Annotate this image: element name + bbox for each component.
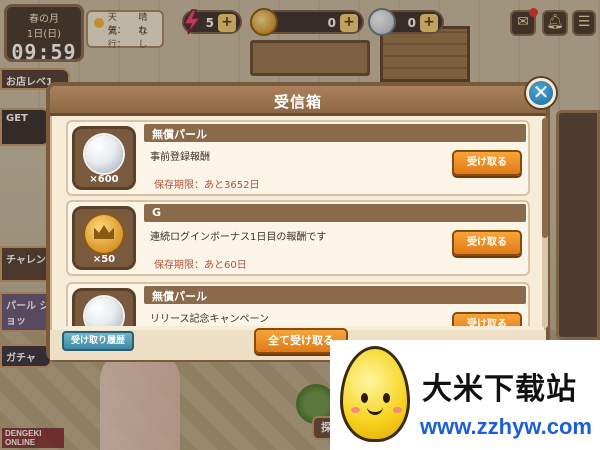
mascot-cheek [351, 407, 360, 413]
inbox-item: 無償パール リリース記念キャンペーン 受け取る [66, 282, 530, 326]
item-quantity: ×50 [92, 254, 116, 265]
item-name: G [144, 204, 526, 222]
item-expiry: 保存期限：あと3652日 [154, 180, 260, 191]
item-description: 事前登録報酬 [150, 152, 210, 163]
pearl-icon [85, 135, 123, 173]
inbox-item: ×600 無償パール 事前登録報酬 保存期限：あと3652日 受け取る [66, 120, 530, 196]
item-expiry: 保存期限：あと60日 [154, 260, 247, 271]
claim-button[interactable]: 受け取る [452, 312, 522, 326]
crown-icon [94, 225, 114, 239]
item-thumbnail: ×50 [72, 206, 136, 270]
egg-mascot-icon [340, 346, 410, 442]
mascot-cheek [393, 407, 402, 413]
item-thumbnail [72, 288, 136, 326]
mascot-eye [383, 393, 390, 403]
inbox-item: ×50 G 連続ログインボーナス1日目の報酬です 保存期限：あと60日 受け取る [66, 200, 530, 276]
item-description: リリース記念キャンペーン [150, 314, 269, 325]
watermark: 大米下载站 www.zzhyw.com [330, 340, 600, 450]
item-description: 連続ログインボーナス1日目の報酬です [150, 232, 327, 243]
mascot-mouth [367, 407, 383, 415]
dialog-title: 受信箱 [273, 93, 322, 111]
item-name: 無償パール [144, 124, 526, 142]
claim-button[interactable]: 受け取る [452, 230, 522, 256]
close-button[interactable]: ✕ [526, 78, 556, 108]
inbox-scrollbar[interactable] [542, 118, 548, 328]
item-name: 無償パール [144, 286, 526, 304]
claim-button[interactable]: 受け取る [452, 150, 522, 176]
watermark-name: 大米下载站 [422, 372, 577, 407]
receive-history-button[interactable]: 受け取り履歴 [62, 331, 134, 351]
coin-icon [85, 215, 123, 253]
watermark-url: www.zzhyw.com [420, 414, 592, 439]
mascot-eye [361, 393, 368, 403]
item-quantity: ×600 [89, 174, 119, 185]
scroll-thumb[interactable] [542, 118, 548, 238]
inbox-list: ×600 無償パール 事前登録報酬 保存期限：あと3652日 受け取る ×50 … [66, 118, 540, 326]
item-thumbnail: ×600 [72, 126, 136, 190]
pearl-icon [85, 297, 123, 326]
dialog-header: 受信箱 [50, 86, 546, 116]
